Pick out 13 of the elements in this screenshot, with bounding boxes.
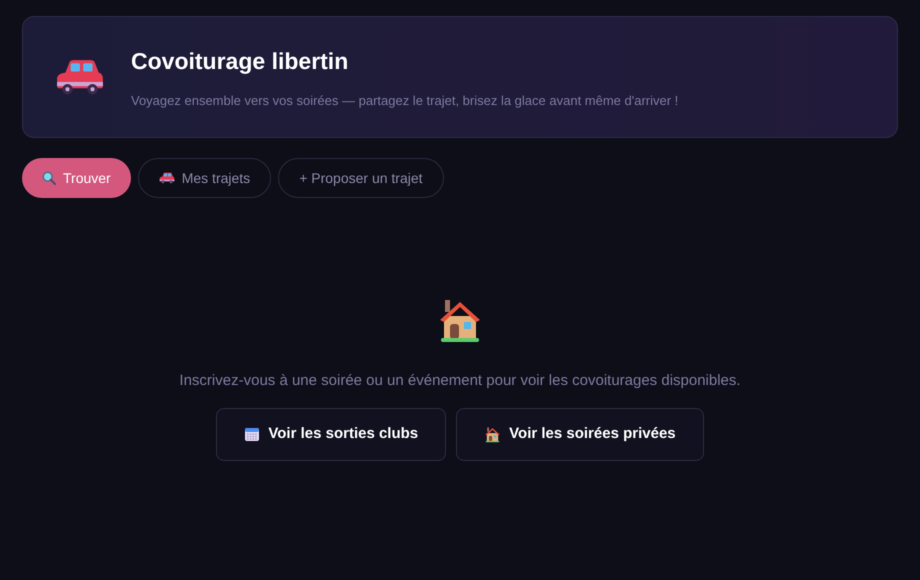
house-icon [484, 426, 502, 442]
tab[interactable]: Trouver [22, 158, 131, 198]
link-button[interactable]: Voir les soirées privées [456, 408, 704, 460]
car-icon [55, 58, 105, 96]
tab[interactable]: Mes trajets [138, 158, 272, 198]
page-subtitle: Voyagez ensemble vers vos soirées — partagez le trajet, brisez la glace avant même d'arriver ! [131, 92, 678, 110]
page-title: Covoiturage libertin [131, 47, 350, 76]
search-icon [42, 171, 56, 185]
calendar-icon [244, 426, 260, 442]
car-icon [158, 172, 175, 184]
empty-message: Inscrivez-vous à une soirée ou un événement pour voir les covoiturages disponibles. [179, 371, 741, 391]
tab[interactable]: + Proposer un trajet [278, 158, 444, 198]
link-button[interactable]: Voir les sorties clubs [216, 408, 446, 460]
